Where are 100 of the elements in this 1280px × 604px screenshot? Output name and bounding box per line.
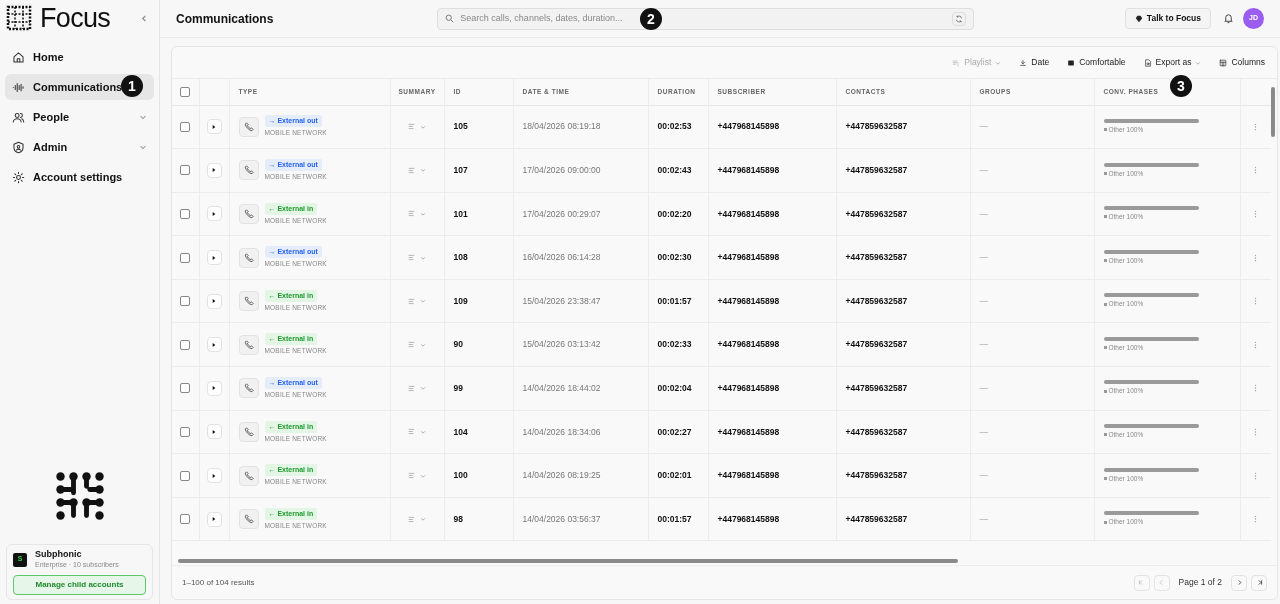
phone-icon: [243, 121, 254, 132]
play-button[interactable]: [206, 119, 222, 135]
more-options-icon[interactable]: [1254, 253, 1258, 262]
more-options-icon[interactable]: [1254, 515, 1258, 524]
row-checkbox[interactable]: [180, 339, 191, 350]
play-button[interactable]: [206, 162, 222, 178]
phone-icon: [243, 470, 254, 481]
collapse-icon[interactable]: [140, 13, 149, 23]
more-options-icon[interactable]: [1254, 122, 1258, 131]
first-page-button[interactable]: [1133, 574, 1150, 591]
table-cell: +447859632587: [836, 410, 970, 454]
table-cell: +447968145898: [708, 453, 836, 498]
more-options-icon[interactable]: [1254, 210, 1258, 218]
table-cell: 00:02:30: [648, 235, 708, 280]
grid-logo-icon: [6, 5, 32, 31]
table-cell: —: [970, 497, 1094, 541]
table-cell: 18/04/2026 08:19:18: [513, 105, 648, 149]
table-cell: 14/04/2026 03:56:37: [513, 497, 648, 541]
row-checkbox[interactable]: [180, 121, 191, 132]
refresh-button[interactable]: [952, 11, 967, 26]
legend-swatch: [1103, 128, 1107, 132]
manage-accounts-button[interactable]: Manage child accounts: [13, 575, 146, 595]
previous-page-button[interactable]: [1153, 574, 1170, 591]
table-cell: +447859632587: [836, 366, 970, 411]
table-cell: 00:02:20: [648, 192, 708, 236]
play-button[interactable]: [206, 337, 222, 353]
table-cell: —: [970, 453, 1094, 498]
row-checkbox[interactable]: [180, 252, 191, 263]
play-button[interactable]: [206, 293, 222, 309]
nav-item[interactable]: Admin: [5, 134, 154, 160]
dots-logo-drawing: [53, 470, 106, 522]
home-icon: [12, 50, 25, 64]
toolbar-button[interactable]: Columns: [1219, 56, 1265, 69]
play-button[interactable]: [206, 380, 222, 396]
table-cell: 15/04/2026 23:38:47: [513, 279, 648, 323]
play-icon: [212, 517, 216, 522]
nav-item[interactable]: Account settings: [5, 164, 154, 190]
vertical-scrollbar[interactable]: [1271, 87, 1275, 137]
row-checkbox[interactable]: [180, 426, 191, 437]
row-checkbox[interactable]: [180, 514, 191, 525]
play-button[interactable]: [206, 250, 222, 266]
legend-swatch: [1103, 171, 1107, 175]
horizontal-scrollbar[interactable]: [178, 559, 958, 563]
lines-icon: [408, 254, 415, 262]
lines-icon: [408, 428, 415, 436]
chevron-down-icon: [420, 472, 426, 479]
more-options-icon[interactable]: [1254, 471, 1258, 480]
table-cell: 17/04/2026 09:00:00: [513, 148, 648, 193]
legend-swatch: [1103, 477, 1107, 481]
more-options-icon[interactable]: [1254, 427, 1258, 436]
row-checkbox[interactable]: [180, 165, 191, 176]
more-options-icon[interactable]: [1254, 297, 1258, 306]
table-cell: 00:01:57: [648, 279, 708, 323]
play-icon: [212, 429, 216, 434]
legend-swatch: [1103, 433, 1107, 437]
select-all-checkbox[interactable]: [180, 86, 191, 97]
play-button[interactable]: [206, 468, 222, 484]
table-cell: 15/04/2026 03:13:42: [513, 322, 648, 367]
play-button[interactable]: [206, 206, 222, 222]
search-icon: [445, 14, 455, 23]
play-icon: [212, 255, 216, 260]
table-cell: 00:02:27: [648, 410, 708, 454]
page-indicator: Page 1 of 2: [1177, 576, 1223, 589]
account-name: Subphonic: [35, 549, 83, 560]
table-cell: 100: [444, 453, 513, 498]
row-checkbox[interactable]: [180, 296, 191, 307]
file-icon: [1143, 58, 1152, 67]
chevron-down-icon: [420, 341, 426, 348]
gem-icon: [1134, 14, 1143, 23]
more-options-icon[interactable]: [1254, 340, 1258, 349]
row-checkbox[interactable]: [180, 209, 191, 219]
lines-icon: [408, 472, 415, 480]
table-cell: 104: [444, 410, 513, 454]
nav-item[interactable]: Home: [5, 44, 154, 70]
nav-item[interactable]: People: [5, 104, 154, 130]
table-cell: —: [970, 105, 1094, 149]
table-cell: +447859632587: [836, 148, 970, 193]
more-options-icon[interactable]: [1254, 166, 1258, 175]
toolbar-button[interactable]: Comfortable: [1067, 56, 1126, 69]
table-cell: +447968145898: [708, 497, 836, 541]
toolbar-button[interactable]: Export as: [1143, 56, 1202, 69]
table-cell: +447859632587: [836, 279, 970, 323]
row-checkbox[interactable]: [180, 383, 191, 394]
play-icon: [212, 299, 216, 304]
table-cell: —: [970, 148, 1094, 193]
last-page-button[interactable]: [1251, 574, 1267, 591]
phone-icon: [243, 426, 254, 437]
next-page-button[interactable]: [1231, 574, 1247, 591]
more-options-icon[interactable]: [1254, 384, 1258, 393]
toolbar-button[interactable]: Date: [1019, 56, 1050, 69]
play-button[interactable]: [206, 511, 222, 527]
row-checkbox[interactable]: [180, 470, 191, 481]
chevron-down-icon: [420, 254, 426, 261]
bell-icon[interactable]: [1223, 13, 1234, 24]
play-icon: [212, 212, 216, 216]
play-button[interactable]: [206, 424, 222, 440]
talk-to-focus-button[interactable]: Talk to Focus: [1124, 8, 1211, 29]
table-cell: 16/04/2026 06:14:28: [513, 235, 648, 280]
table-cell: 108: [444, 235, 513, 280]
table-cell: 17/04/2026 00:29:07: [513, 192, 648, 236]
